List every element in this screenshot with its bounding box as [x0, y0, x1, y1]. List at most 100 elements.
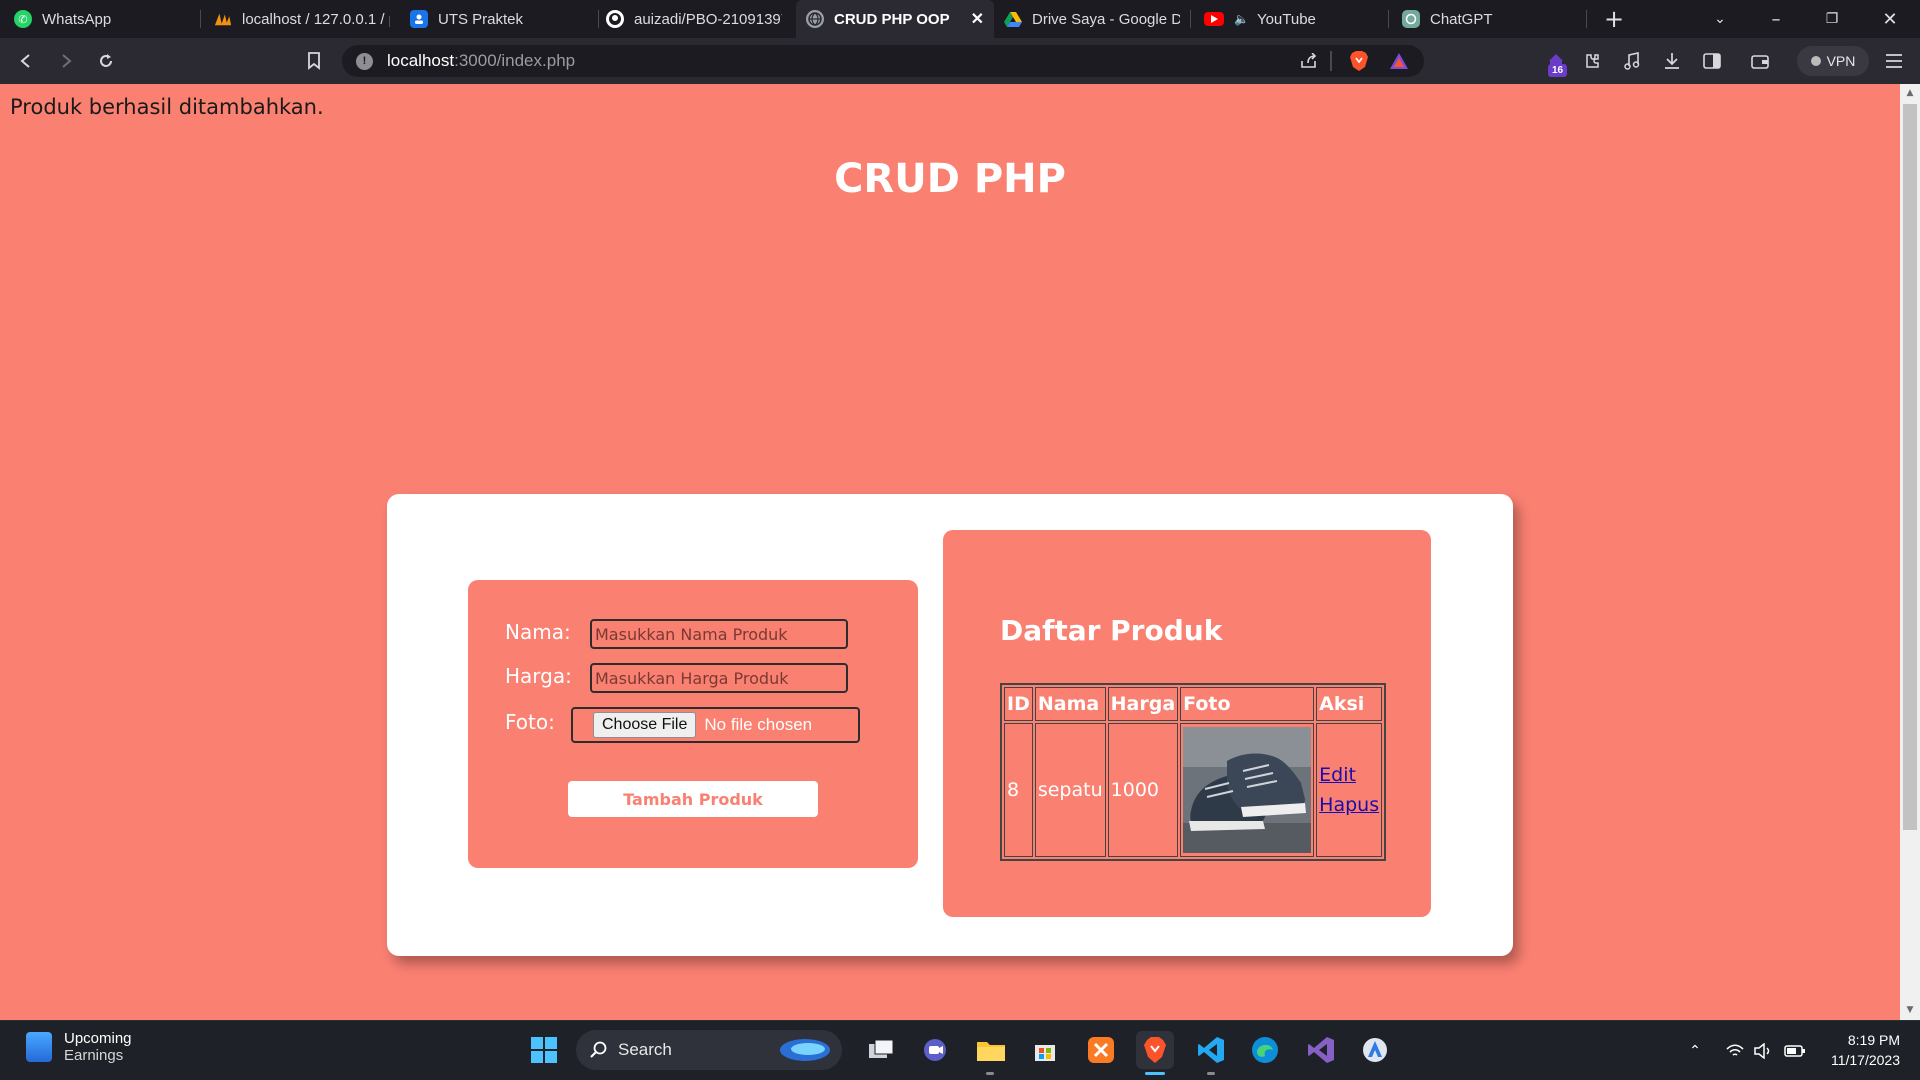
- minimize-button[interactable]: –: [1750, 0, 1802, 38]
- close-tab-icon[interactable]: ✕: [971, 9, 984, 29]
- show-hidden-icons-chevron-icon[interactable]: ⌃: [1684, 1040, 1706, 1062]
- edge-icon[interactable]: [1246, 1031, 1284, 1069]
- tab-whatsapp[interactable]: ✆ WhatsApp: [4, 0, 200, 38]
- tab-google-drive[interactable]: Drive Saya - Google Dr: [994, 0, 1190, 38]
- tab-search-chevron-icon[interactable]: ⌄: [1694, 0, 1746, 38]
- wallet-icon[interactable]: [1742, 38, 1778, 84]
- download-icon[interactable]: [1654, 38, 1690, 84]
- tab-youtube[interactable]: 🔈 YouTube: [1194, 0, 1390, 38]
- search-label: Search: [618, 1040, 672, 1059]
- vpn-button[interactable]: VPN: [1797, 46, 1869, 76]
- tab-separator: [1388, 10, 1389, 28]
- tab-chatgpt[interactable]: ChatGPT: [1392, 0, 1588, 38]
- music-icon[interactable]: [1614, 38, 1650, 84]
- address-bar[interactable]: ! localhost:3000/index.php: [342, 45, 1424, 77]
- vpn-status-icon: [1810, 56, 1821, 66]
- teams-chat-icon[interactable]: [916, 1031, 954, 1069]
- brave-shields-icon[interactable]: [1348, 50, 1370, 72]
- back-button[interactable]: [8, 38, 44, 84]
- page-title: CRUD PHP: [834, 156, 1066, 202]
- tab-label: CRUD PHP OOP: [834, 10, 950, 28]
- close-window-button[interactable]: ✕: [1864, 0, 1916, 38]
- system-clock[interactable]: 8:19 PM 11/17/2023: [1816, 1030, 1900, 1070]
- hapus-link[interactable]: Hapus: [1319, 790, 1379, 820]
- cell-nama: sepatu: [1034, 723, 1106, 857]
- restore-button[interactable]: ❐: [1806, 0, 1858, 38]
- tab-label: UTS Praktek: [438, 10, 524, 28]
- active-app-indicator: [1145, 1072, 1165, 1075]
- foto-label: Foto:: [505, 710, 555, 734]
- harga-input[interactable]: Masukkan Harga Produk: [590, 663, 848, 693]
- nama-placeholder: Masukkan Nama Produk: [595, 624, 788, 644]
- column-header-foto: Foto: [1180, 687, 1315, 721]
- vscode-icon[interactable]: [1192, 1031, 1230, 1069]
- globe-icon: [806, 10, 824, 28]
- tambah-produk-button[interactable]: Tambah Produk: [568, 781, 818, 817]
- volume-icon[interactable]: [1752, 1040, 1774, 1062]
- bookmark-icon[interactable]: [296, 38, 332, 84]
- phpmyadmin-icon: [214, 10, 232, 28]
- tab-label: Drive Saya - Google Dr: [1032, 10, 1180, 28]
- visual-studio-icon[interactable]: [1302, 1031, 1340, 1069]
- speaker-icon[interactable]: 🔈: [1234, 12, 1249, 26]
- reload-button[interactable]: [88, 38, 124, 84]
- extensions-icon[interactable]: [1574, 38, 1610, 84]
- scroll-up-arrow-icon[interactable]: ▲: [1904, 87, 1916, 99]
- tab-separator: [1190, 10, 1191, 28]
- cell-aksi: Edit Hapus: [1316, 723, 1383, 857]
- extensions-badge-icon[interactable]: [1538, 38, 1574, 84]
- scroll-down-arrow-icon[interactable]: ▼: [1904, 1004, 1916, 1016]
- foto-file-input[interactable]: Choose File No file chosen: [571, 707, 860, 743]
- task-view-icon[interactable]: [862, 1031, 900, 1069]
- url-host: localhost: [387, 51, 455, 70]
- cell-foto: [1180, 723, 1315, 857]
- brave-rewards-icon[interactable]: [1388, 50, 1410, 72]
- success-message: Produk berhasil ditambahkan.: [10, 95, 324, 119]
- site-info-icon[interactable]: !: [356, 52, 373, 70]
- share-icon[interactable]: [1298, 50, 1320, 72]
- wifi-icon[interactable]: [1724, 1040, 1746, 1062]
- product-shoe-image: [1183, 727, 1312, 853]
- xampp-icon[interactable]: [1082, 1031, 1120, 1069]
- scrollbar-thumb[interactable]: [1903, 104, 1917, 830]
- tab-github[interactable]: auizadi/PBO-21091397: [596, 0, 792, 38]
- edit-link[interactable]: Edit: [1319, 760, 1379, 790]
- microsoft-store-icon[interactable]: [1026, 1031, 1064, 1069]
- tab-separator: [200, 10, 201, 28]
- forward-button[interactable]: [48, 38, 84, 84]
- choose-file-button[interactable]: Choose File: [593, 712, 697, 738]
- tab-separator: [1586, 10, 1587, 28]
- tab-separator: [598, 10, 599, 28]
- brave-browser-icon[interactable]: [1136, 1031, 1174, 1069]
- tab-crud-php-oop[interactable]: CRUD PHP OOP ✕: [796, 0, 994, 38]
- column-header-nama: Nama: [1034, 687, 1106, 721]
- file-explorer-icon[interactable]: [972, 1031, 1010, 1069]
- whatsapp-icon: ✆: [14, 10, 32, 28]
- browser-tab-strip: ✆ WhatsApp localhost / 127.0.0.1 / p UTS…: [0, 0, 1920, 38]
- cell-harga: 1000: [1107, 723, 1179, 857]
- battery-icon[interactable]: [1784, 1040, 1806, 1062]
- column-header-harga: Harga: [1107, 687, 1179, 721]
- tab-uts-praktek[interactable]: UTS Praktek: [400, 0, 596, 38]
- clock-time: 8:19 PM: [1847, 1032, 1900, 1048]
- menu-hamburger-icon[interactable]: [1876, 38, 1912, 84]
- start-button[interactable]: [525, 1031, 563, 1069]
- file-status-text: No file chosen: [704, 715, 813, 734]
- stock-chart-icon: [26, 1032, 52, 1062]
- harga-placeholder: Masukkan Harga Produk: [595, 668, 789, 688]
- column-header-aksi: Aksi: [1316, 687, 1383, 721]
- tab-phpmyadmin[interactable]: localhost / 127.0.0.1 / p: [204, 0, 400, 38]
- chatgpt-icon: [1402, 10, 1420, 28]
- nama-input[interactable]: Masukkan Nama Produk: [590, 619, 848, 649]
- widget-title: Upcoming: [64, 1030, 132, 1047]
- new-tab-button[interactable]: +: [1588, 0, 1640, 38]
- product-list-title: Daftar Produk: [1000, 614, 1223, 647]
- url-divider: [1330, 51, 1332, 71]
- widgets-button[interactable]: Upcoming Earnings: [26, 1030, 132, 1064]
- sidebar-toggle-icon[interactable]: [1694, 38, 1730, 84]
- taskbar-search[interactable]: Search: [576, 1030, 842, 1070]
- tab-label: WhatsApp: [42, 10, 112, 28]
- app-installer-icon[interactable]: [1356, 1031, 1394, 1069]
- search-icon: [590, 1041, 607, 1058]
- nama-label: Nama:: [505, 620, 571, 644]
